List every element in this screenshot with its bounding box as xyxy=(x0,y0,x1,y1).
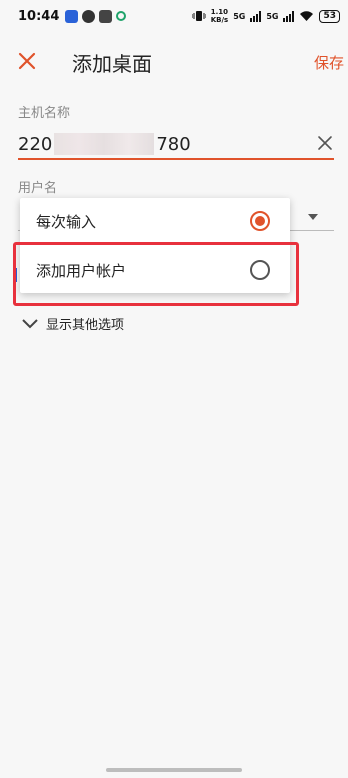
app-header: 添加桌面 保存 xyxy=(0,32,348,90)
notification-icons xyxy=(65,9,127,23)
more-options-label: 显示其他选项 xyxy=(46,318,125,333)
app-notification-icon xyxy=(99,9,113,23)
highlight-annotation xyxy=(13,242,299,306)
status-bar: 10:44 1.10 KB/s 5G 5G 53 xyxy=(0,0,348,32)
host-label: 主机名称 xyxy=(18,106,71,121)
home-indicator[interactable] xyxy=(106,768,242,772)
page-title: 添加桌面 xyxy=(72,52,152,76)
save-button[interactable]: 保存 xyxy=(314,52,344,73)
network-speed: 1.10 KB/s xyxy=(210,8,229,24)
signal-icon xyxy=(250,10,262,22)
close-icon[interactable] xyxy=(16,50,38,72)
redacted-block xyxy=(54,133,155,155)
chevron-down-icon xyxy=(22,318,38,328)
signal-label-2: 5G xyxy=(266,11,279,21)
show-more-options[interactable]: 显示其他选项 xyxy=(22,314,124,333)
host-value-suffix: 780 xyxy=(156,133,191,155)
vibrate-icon xyxy=(191,11,206,21)
signal-label-1: 5G xyxy=(233,11,246,21)
sync-icon xyxy=(116,11,127,21)
dropdown-arrow-icon[interactable] xyxy=(308,214,318,220)
host-value-prefix: 220 xyxy=(18,133,53,155)
option-label: 每次输入 xyxy=(36,212,97,231)
battery-icon: 53 xyxy=(319,9,340,23)
app-notification-icon xyxy=(65,9,79,23)
status-right: 1.10 KB/s 5G 5G 53 xyxy=(191,8,340,24)
user-label: 用户名 xyxy=(18,181,58,196)
status-time: 10:44 xyxy=(18,8,60,24)
signal-icon xyxy=(283,10,295,22)
app-notification-icon xyxy=(82,9,96,23)
wifi-icon xyxy=(300,11,314,21)
radio-selected-icon[interactable] xyxy=(250,211,270,231)
option-enter-each-time[interactable]: 每次输入 xyxy=(20,198,290,244)
clear-icon[interactable] xyxy=(316,134,334,152)
host-input[interactable]: 220 780 xyxy=(18,130,334,160)
